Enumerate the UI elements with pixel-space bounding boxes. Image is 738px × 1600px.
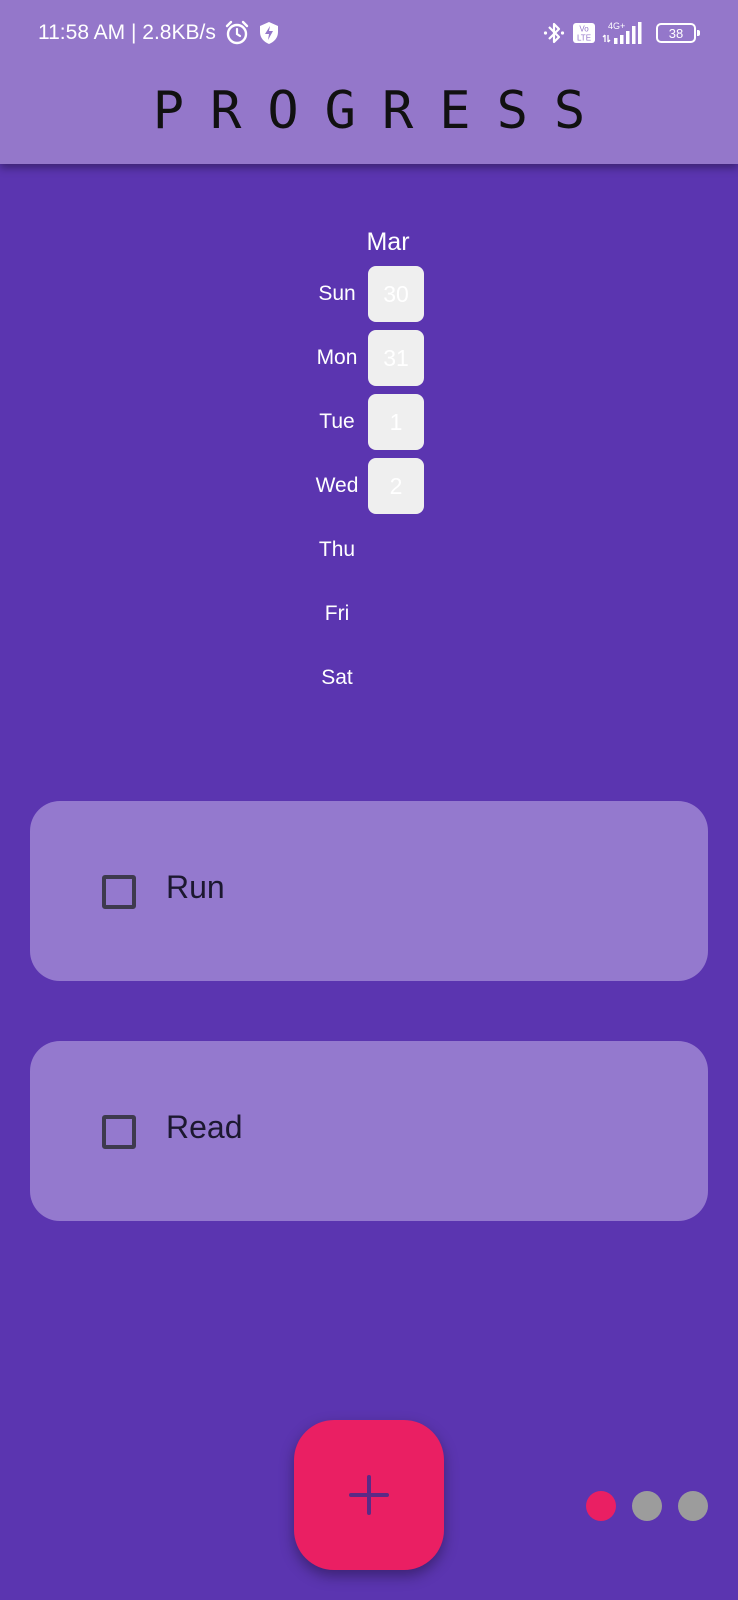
svg-text:Vo: Vo: [579, 25, 589, 34]
day-row-fri: Fri: [0, 586, 738, 644]
day-name: Wed: [315, 474, 359, 497]
battery-icon: 38: [656, 23, 700, 43]
alarm-clock-icon: [224, 20, 250, 46]
status-time-speed: 11:58 AM | 2.8KB/s: [38, 21, 216, 44]
status-left: 11:58 AM | 2.8KB/s: [38, 18, 280, 48]
app-bar: 11:58 AM | 2.8KB/s Vo LTE 4G+ 38 PROGRES…: [0, 0, 738, 164]
task-label: Read: [166, 1109, 243, 1145]
day-row-tue: Tue 1: [0, 394, 738, 452]
svg-text:4G+: 4G+: [608, 21, 625, 31]
day-name: Mon: [316, 346, 358, 369]
status-right: Vo LTE 4G+ 38: [542, 18, 700, 48]
day-row-wed: Wed 2: [0, 458, 738, 516]
day-name: Sun: [318, 282, 356, 305]
page-title: PROGRESS: [152, 81, 612, 141]
day-row-thu: Thu: [0, 522, 738, 580]
page-dot[interactable]: [678, 1491, 708, 1521]
day-row-sat: Sat: [0, 650, 738, 708]
month-label: Mar: [366, 228, 410, 256]
day-row-sun: Sun 30: [0, 266, 738, 324]
signal-4g-icon: 4G+: [602, 20, 650, 46]
page-indicator: [586, 1491, 708, 1521]
day-cell-31[interactable]: 31: [368, 330, 424, 386]
page-dot[interactable]: [632, 1491, 662, 1521]
bluetooth-icon: [542, 20, 566, 46]
day-name: Thu: [318, 538, 356, 561]
volte-badge-icon: Vo LTE: [572, 22, 596, 44]
task-label: Run: [166, 869, 225, 905]
svg-text:LTE: LTE: [577, 34, 591, 43]
plus-icon: [347, 1473, 391, 1517]
day-name: Tue: [319, 410, 355, 433]
battery-level: 38: [668, 25, 684, 41]
task-checkbox[interactable]: [102, 875, 136, 909]
day-row-mon: Mon 31: [0, 330, 738, 388]
day-cell-2[interactable]: 2: [368, 458, 424, 514]
day-name: Fri: [324, 602, 350, 625]
day-cell-1[interactable]: 1: [368, 394, 424, 450]
task-card-read[interactable]: Read: [30, 1041, 708, 1221]
page-dot-active[interactable]: [586, 1491, 616, 1521]
status-bar: 11:58 AM | 2.8KB/s Vo LTE 4G+ 38: [0, 0, 738, 66]
shield-bolt-icon: [258, 21, 280, 45]
day-name: Sat: [321, 666, 353, 689]
day-cell-30[interactable]: 30: [368, 266, 424, 322]
task-checkbox[interactable]: [102, 1115, 136, 1149]
task-card-run[interactable]: Run: [30, 801, 708, 981]
add-task-button[interactable]: [294, 1420, 444, 1570]
